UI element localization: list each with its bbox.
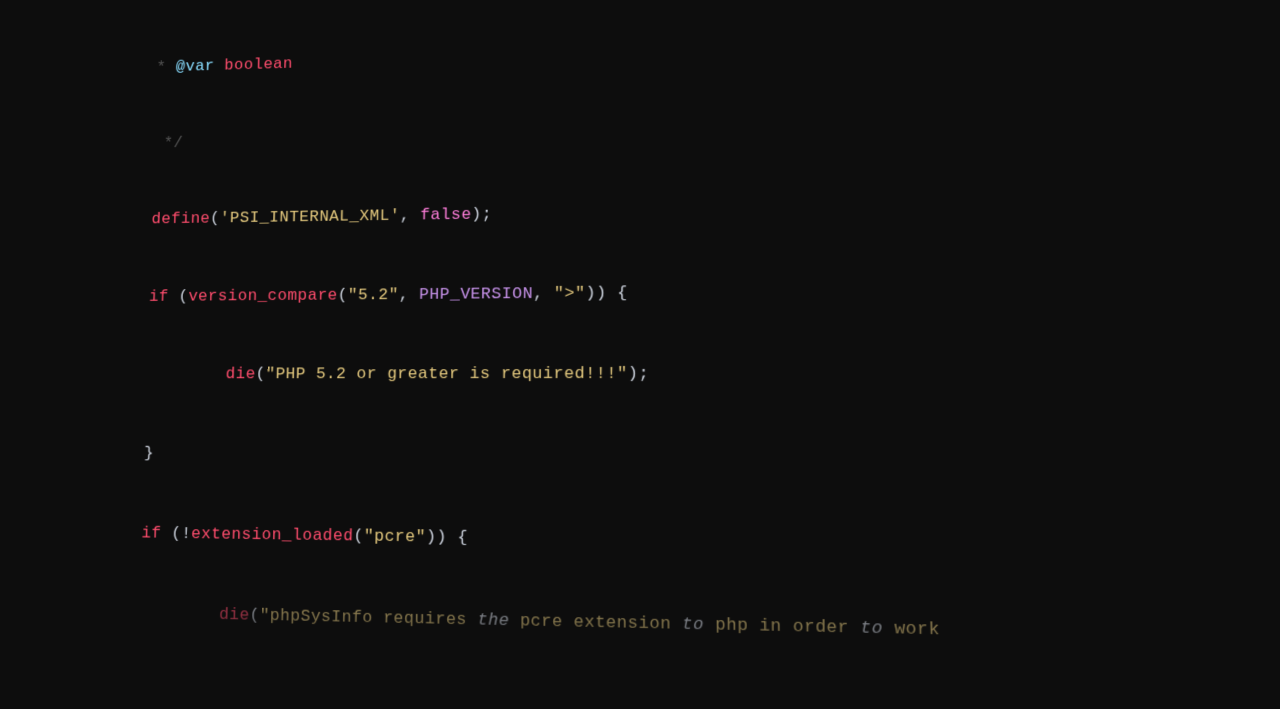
code-line: if (version_compare("5.2", PHP_VERSION, … (89, 246, 1280, 337)
code-line: } (84, 414, 1280, 505)
code-editor: * @var boolean */ define('PSI_INTERNAL_X… (22, 0, 1280, 709)
code-line: die("PHP 5.2 or greater is required!!!")… (87, 331, 1280, 418)
